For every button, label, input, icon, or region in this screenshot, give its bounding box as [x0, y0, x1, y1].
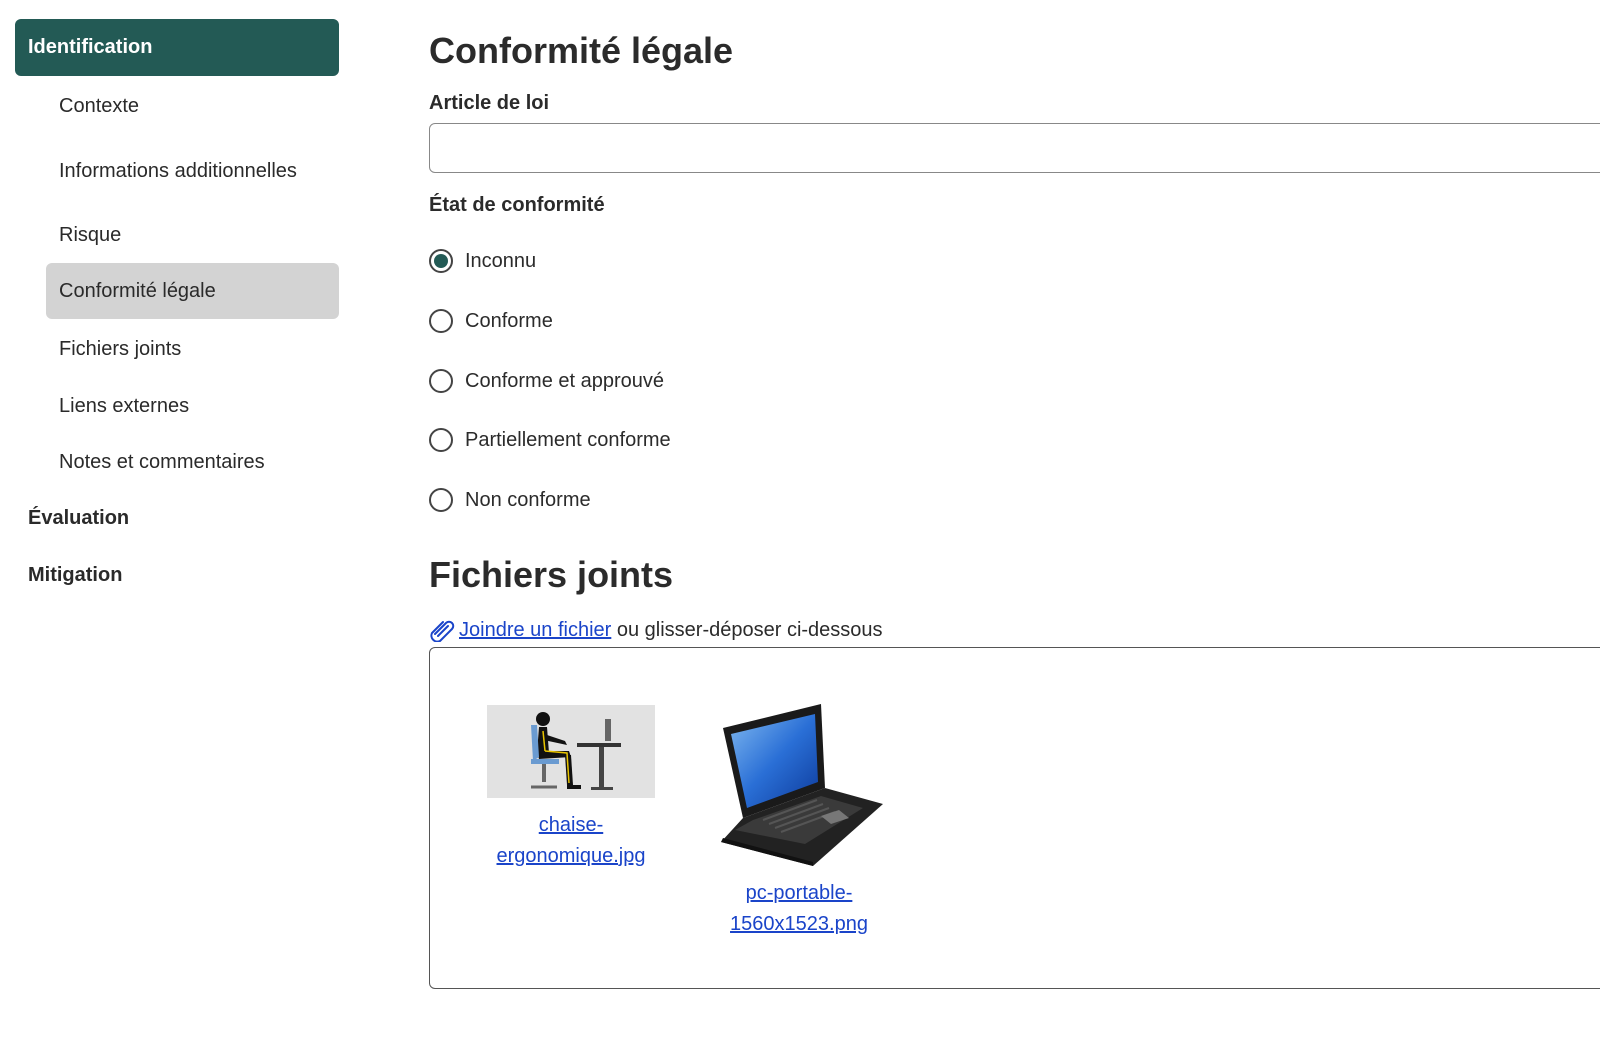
- attach-file-link[interactable]: Joindre un fichier: [459, 619, 611, 642]
- file-name-link[interactable]: pc-portable- 1560x1523.png: [699, 878, 899, 940]
- file-name-line[interactable]: ergonomique.jpg: [497, 845, 646, 867]
- radio-option-conforme-approuve[interactable]: Conforme et approuvé: [429, 369, 664, 393]
- radio-label: Conforme: [465, 309, 553, 332]
- sidebar-item-fichiers[interactable]: Fichiers joints: [46, 327, 339, 371]
- radio-label: Non conforme: [465, 488, 591, 511]
- radio-label: Partiellement conforme: [465, 428, 671, 451]
- sidebar-item-notes[interactable]: Notes et commentaires: [46, 440, 339, 484]
- radio-checked-icon[interactable]: [429, 249, 453, 273]
- attachments-title: Fichiers joints: [429, 554, 674, 595]
- sidebar-item-informations[interactable]: Informations additionnelles: [46, 140, 339, 202]
- app-root: Identification Contexte Informations add…: [0, 0, 1600, 1044]
- laptop-image[interactable]: [713, 704, 885, 868]
- attach-hint: ou glisser-déposer ci-dessous: [611, 618, 883, 641]
- radio-unchecked-icon[interactable]: [429, 428, 453, 452]
- file-name-link[interactable]: chaise- ergonomique.jpg: [471, 810, 671, 872]
- file-name-line[interactable]: pc-portable-: [746, 882, 853, 904]
- sidebar-item-liens[interactable]: Liens externes: [46, 384, 339, 428]
- file-item-chaise[interactable]: chaise- ergonomique.jpg: [471, 705, 671, 872]
- file-name-line[interactable]: 1560x1523.png: [730, 913, 868, 935]
- status-label: État de conformité: [429, 194, 605, 216]
- paperclip-icon: [430, 620, 455, 642]
- sidebar-section-mitigation[interactable]: Mitigation: [28, 564, 122, 587]
- radio-option-partiellement[interactable]: Partiellement conforme: [429, 428, 671, 452]
- sidebar-section-evaluation[interactable]: Évaluation: [28, 507, 129, 530]
- ergonomic-chair-image[interactable]: [487, 705, 655, 798]
- article-input[interactable]: [429, 123, 1600, 173]
- attach-line: Joindre un fichier ou glisser-déposer ci…: [429, 618, 883, 642]
- radio-unchecked-icon[interactable]: [429, 309, 453, 333]
- radio-unchecked-icon[interactable]: [429, 369, 453, 393]
- file-dropzone[interactable]: chaise- ergonomique.jpg pc-portable- 156…: [429, 647, 1600, 989]
- sidebar-item-conformite[interactable]: Conformité légale: [46, 263, 339, 319]
- radio-option-non-conforme[interactable]: Non conforme: [429, 488, 591, 512]
- file-name-line[interactable]: chaise-: [539, 814, 603, 836]
- article-label: Article de loi: [429, 92, 550, 114]
- radio-option-inconnu[interactable]: Inconnu: [429, 249, 536, 273]
- sidebar-section-identification[interactable]: Identification: [15, 19, 339, 76]
- sidebar-item-risque[interactable]: Risque: [46, 213, 339, 257]
- file-item-pc-portable[interactable]: pc-portable- 1560x1523.png: [699, 704, 899, 940]
- radio-label: Conforme et approuvé: [465, 369, 665, 392]
- main-content: Conformité légale Article de loi État de…: [429, 0, 1600, 1044]
- sidebar: Identification Contexte Informations add…: [0, 0, 360, 1044]
- radio-option-conforme[interactable]: Conforme: [429, 309, 553, 333]
- radio-label: Inconnu: [465, 249, 537, 272]
- radio-unchecked-icon[interactable]: [429, 488, 453, 512]
- sidebar-item-contexte[interactable]: Contexte: [46, 84, 339, 128]
- compliance-title: Conformité légale: [429, 30, 734, 71]
